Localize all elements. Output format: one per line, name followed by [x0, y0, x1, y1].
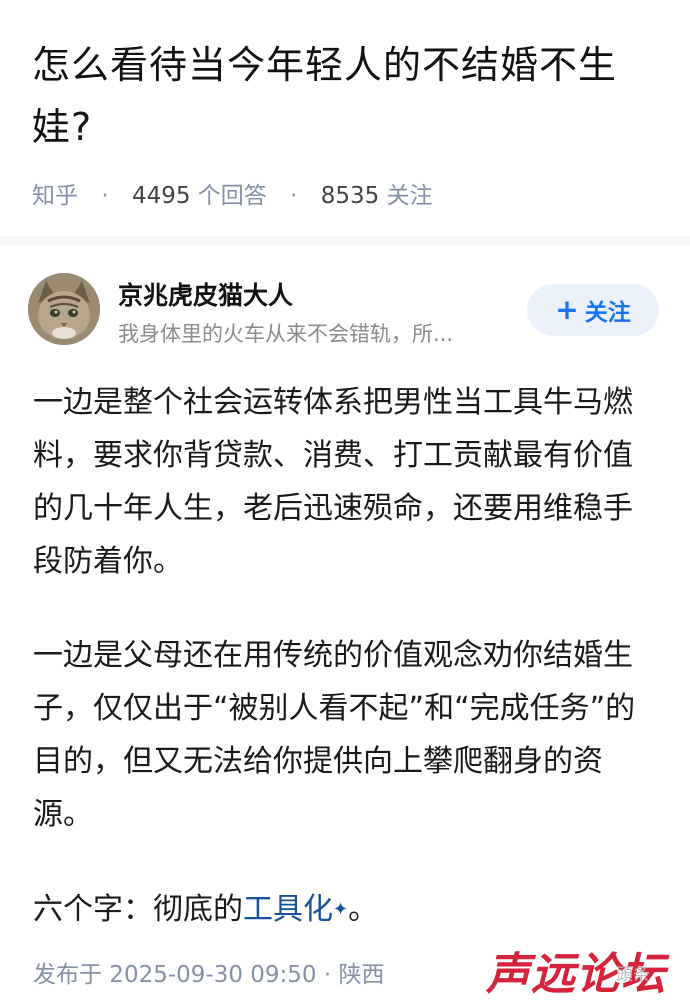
paragraph3-suffix: 。	[348, 892, 379, 927]
author-bio: 我身体里的火车从来不会错轨，所...	[118, 322, 454, 346]
author-name[interactable]: 京兆虎皮猫大人	[118, 276, 293, 312]
section-divider	[0, 236, 690, 246]
followers-label: 关注	[386, 183, 433, 209]
paragraph3-prefix: 六个字：彻底的	[33, 892, 243, 927]
term-link[interactable]: 工具化	[243, 892, 333, 927]
question-title[interactable]: 怎么看待当今年轻人的不结婚不生娃?	[32, 34, 652, 158]
follow-button[interactable]: + 关注	[527, 284, 659, 336]
followers-count: 8535	[320, 183, 380, 209]
follow-button-label: 关注	[584, 300, 631, 326]
source-label[interactable]: 知乎	[32, 183, 78, 209]
answer-paragraph-2: 一边是父母还在用传统的价值观念劝你结婚生子，仅仅出于“被别人看不起”和“完成任务…	[33, 638, 636, 832]
answer-paragraph-3: 六个字：彻底的工具化✦。	[33, 883, 659, 936]
avatar[interactable]	[28, 273, 100, 345]
meta-dot: ·	[101, 183, 109, 209]
watermark-faint: 頭条	[616, 965, 650, 985]
plus-icon: +	[555, 293, 579, 326]
question-meta: 知乎 · 4495 个回答 · 8535 关注	[32, 176, 433, 210]
answers-count: 4495	[131, 183, 191, 209]
cat-avatar-icon	[28, 273, 100, 345]
meta-dot: ·	[290, 183, 298, 209]
publish-info: 发布于 2025-09-30 09:50 · 陕西	[33, 962, 385, 988]
sparkle-icon: ✦	[333, 899, 349, 920]
answer-paragraph-1: 一边是整个社会运转体系把男性当工具牛马燃料，要求你背贷款、消费、打工贡献最有价值…	[33, 385, 633, 579]
question-header: 怎么看待当今年轻人的不结婚不生娃? 知乎 · 4495 个回答 · 8535 关…	[0, 0, 690, 236]
answers-label: 个回答	[197, 183, 267, 209]
